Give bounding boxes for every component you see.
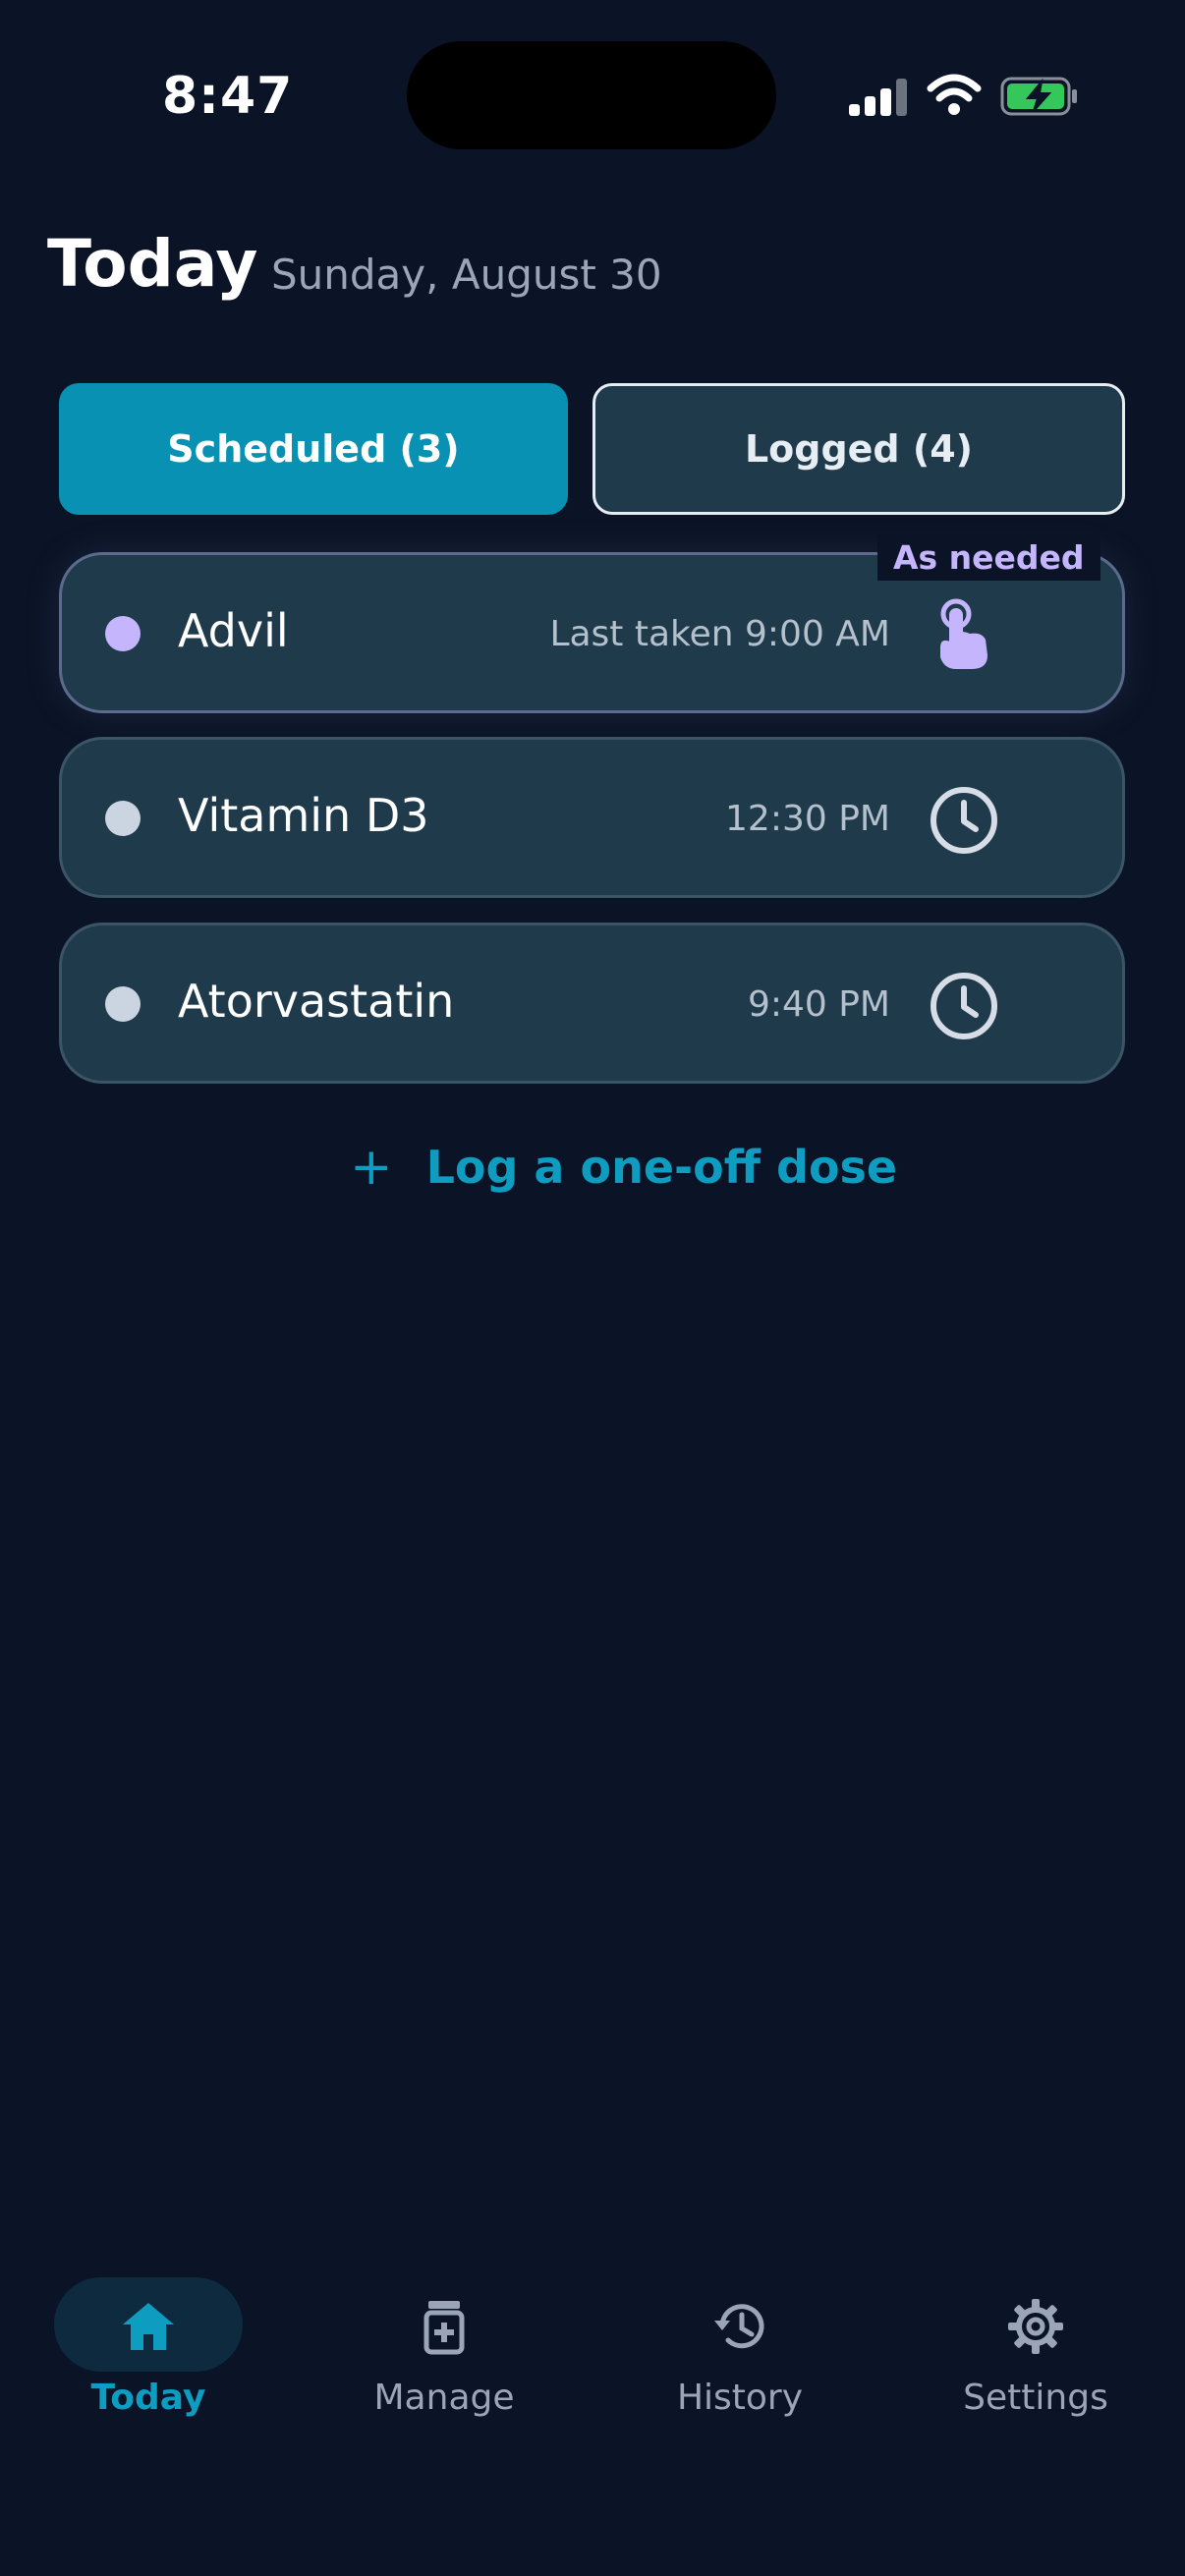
med-card-atorvastatin[interactable]: Atorvastatin 9:40 PM: [59, 923, 1125, 1084]
nav-item-today[interactable]: Today: [50, 2275, 247, 2418]
home-icon: [123, 2303, 174, 2350]
plus-icon: +: [350, 1138, 393, 1197]
med-card-vitamin-d3[interactable]: Vitamin D3 12:30 PM: [59, 737, 1125, 898]
log-one-off-dose-button[interactable]: + Log a one-off dose: [350, 1138, 897, 1197]
nav-label: Settings: [963, 2378, 1108, 2418]
log-one-off-label: Log a one-off dose: [425, 1141, 898, 1194]
dynamic-island: [407, 41, 776, 149]
clock-icon[interactable]: [927, 969, 1001, 1043]
pill-bottle-icon: [423, 2301, 465, 2355]
status-time: 8:47: [162, 67, 294, 126]
tap-hand-icon[interactable]: [927, 598, 1001, 673]
clock-icon[interactable]: [927, 783, 1001, 858]
nav-item-manage[interactable]: Manage: [346, 2275, 542, 2418]
med-scheduled-time: 9:40 PM: [747, 984, 890, 1025]
nav-label: History: [676, 2378, 804, 2418]
scheduled-dot: [105, 801, 141, 836]
med-name: Atorvastatin: [178, 975, 455, 1028]
med-last-taken: Last taken 9:00 AM: [549, 614, 890, 654]
tab-scheduled[interactable]: Scheduled (3): [59, 383, 568, 515]
cellular-signal-icon: [849, 79, 908, 116]
as-needed-dot: [105, 616, 141, 651]
med-name: Vitamin D3: [178, 789, 429, 842]
tab-logged[interactable]: Logged (4): [592, 383, 1125, 515]
med-name: Advil: [178, 604, 289, 657]
as-needed-badge: As needed: [877, 534, 1100, 581]
nav-item-settings[interactable]: Settings: [937, 2275, 1134, 2418]
battery-charging-icon: [1000, 77, 1077, 116]
scheduled-dot: [105, 986, 141, 1022]
page-title: Today: [47, 226, 258, 302]
page-date: Sunday, August 30: [271, 251, 662, 299]
wifi-icon: [927, 74, 982, 115]
history-icon: [714, 2304, 764, 2349]
nav-label: Today: [90, 2378, 206, 2418]
nav-item-history[interactable]: History: [642, 2275, 838, 2418]
nav-label: Manage: [373, 2378, 515, 2418]
med-scheduled-time: 12:30 PM: [725, 799, 890, 839]
gear-icon: [1008, 2299, 1063, 2354]
